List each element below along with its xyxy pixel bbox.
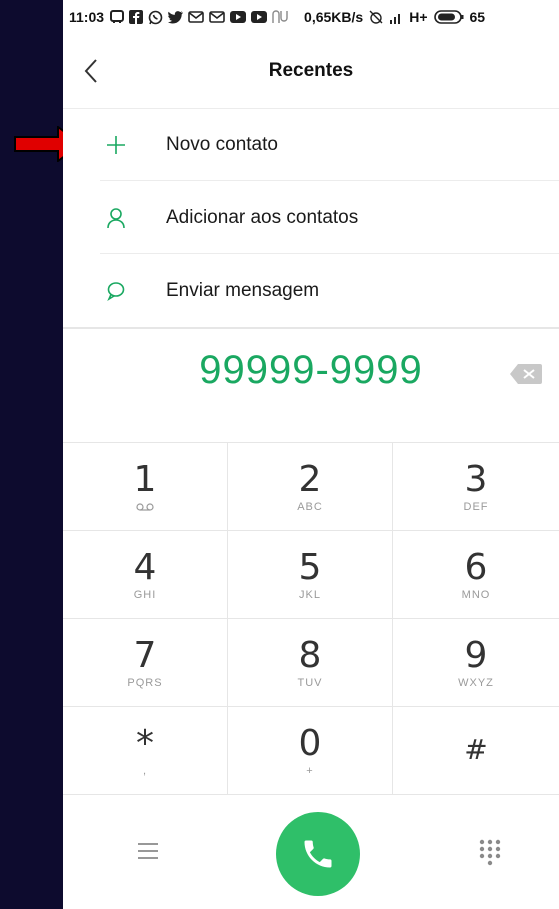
key-letters: TUV <box>297 677 323 689</box>
key-digit: 3 <box>464 459 488 500</box>
dialpad-icon[interactable] <box>478 838 502 866</box>
signal-icon <box>390 13 401 24</box>
key-digit: 9 <box>464 635 488 676</box>
mail-icon <box>188 11 204 23</box>
backspace-icon[interactable] <box>509 363 543 385</box>
youtube-icon <box>230 11 247 23</box>
youtube-icon <box>251 11 268 23</box>
section-divider <box>63 327 559 329</box>
key-digit: 2 <box>298 459 322 500</box>
voicemail-icon <box>136 503 154 511</box>
key-letters: GHI <box>133 589 157 601</box>
battery-level: 65 <box>469 9 486 25</box>
key-letters: DEF <box>463 501 489 513</box>
notification-icons <box>110 10 288 25</box>
key-2[interactable]: 2 ABC <box>228 443 393 531</box>
status-bar: 11:03 0,65KB/s H+ 65 <box>63 0 559 34</box>
page-title: Recentes <box>268 60 354 81</box>
key-6[interactable]: 6 MNO <box>393 531 559 619</box>
key-letters: , <box>142 765 148 777</box>
add-to-contacts-button[interactable]: Adicionar aos contatos <box>63 181 559 254</box>
key-9[interactable]: 9 WXYZ <box>393 619 559 707</box>
key-5[interactable]: 5 JKL <box>228 531 393 619</box>
key-letters: MNO <box>461 589 491 601</box>
key-digit: 4 <box>133 547 157 588</box>
menu-icon[interactable] <box>137 842 159 860</box>
keypad: 1 2 ABC 3 DEF 4 GHI 5 JKL 6 MNO 7 PQRS 8… <box>63 442 559 795</box>
send-message-button[interactable]: Enviar mensagem <box>63 254 559 327</box>
phone-screen: 11:03 0,65KB/s H+ 65 Recentes Novo conta… <box>63 0 559 909</box>
chat-bubble-icon <box>107 282 125 301</box>
key-0[interactable]: 0 + <box>228 707 393 795</box>
key-letters: + <box>306 765 314 777</box>
nubank-icon <box>272 10 288 23</box>
key-7[interactable]: 7 PQRS <box>63 619 228 707</box>
twitter-icon <box>168 10 184 23</box>
key-letters: ABC <box>297 501 323 513</box>
network-speed: 0,65KB/s <box>304 9 364 25</box>
call-button[interactable] <box>276 812 360 896</box>
key-digit: * <box>136 723 154 764</box>
menu-item-label: Adicionar aos contatos <box>166 207 359 228</box>
key-8[interactable]: 8 TUV <box>228 619 393 707</box>
app-header: Recentes <box>63 34 559 109</box>
plus-icon <box>107 136 125 154</box>
mail-icon <box>209 11 225 23</box>
bus-icon <box>110 10 125 23</box>
key-4[interactable]: 4 GHI <box>63 531 228 619</box>
phone-icon <box>304 840 332 868</box>
status-right: 0,65KB/s H+ 65 <box>304 9 485 25</box>
key-digit: 5 <box>298 547 322 588</box>
key-1[interactable]: 1 <box>63 443 228 531</box>
key-digit: 7 <box>133 635 157 676</box>
battery-icon <box>433 10 463 24</box>
key-letters: JKL <box>299 589 321 601</box>
dialed-number: 99999-9999 <box>199 348 423 392</box>
menu-item-label: Enviar mensagem <box>166 280 320 301</box>
key-hash[interactable]: # <box>393 707 559 795</box>
person-icon <box>107 208 125 229</box>
key-digit: 6 <box>464 547 488 588</box>
whatsapp-icon <box>148 10 163 24</box>
network-type: H+ <box>409 9 428 25</box>
menu-item-label: Novo contato <box>166 134 278 155</box>
new-contact-button[interactable]: Novo contato <box>63 108 559 181</box>
key-star[interactable]: * , <box>63 707 228 795</box>
key-digit: 0 <box>298 723 322 764</box>
facebook-icon <box>129 10 144 24</box>
key-letters: WXYZ <box>458 677 494 689</box>
key-digit: # <box>464 733 488 766</box>
key-digit: 1 <box>133 459 157 500</box>
bottom-bar <box>63 794 559 909</box>
key-digit: 8 <box>298 635 322 676</box>
action-menu: Novo contato Adicionar aos contatos Envi… <box>63 108 559 327</box>
alarm-off-icon <box>369 10 383 24</box>
key-3[interactable]: 3 DEF <box>393 443 559 531</box>
status-time: 11:03 <box>69 9 105 25</box>
key-letters: PQRS <box>127 677 163 689</box>
